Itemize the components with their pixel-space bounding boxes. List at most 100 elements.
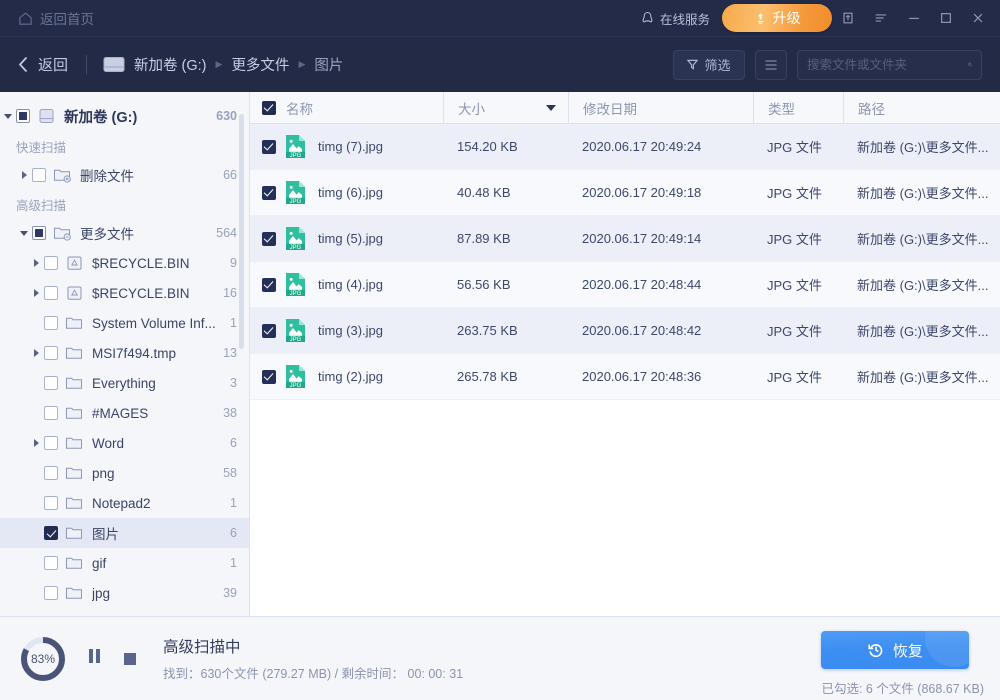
sidebar-item-music[interactable]: 音乐 1 bbox=[0, 608, 249, 616]
column-header-size[interactable]: 大小 bbox=[443, 92, 568, 124]
checkbox-recycle-bin-2[interactable] bbox=[44, 286, 58, 300]
sidebar-item-mages[interactable]: #MAGES 38 bbox=[0, 398, 249, 428]
row-checkbox[interactable] bbox=[262, 140, 276, 154]
column-header-name[interactable]: 名称 bbox=[250, 92, 443, 124]
table-row[interactable]: JPG timg (4).jpg 56.56 KB 2020.06.17 20:… bbox=[250, 262, 1000, 308]
chevron-right-icon[interactable] bbox=[28, 289, 44, 297]
sidebar-item-jpg[interactable]: jpg 39 bbox=[0, 578, 249, 608]
column-header-type[interactable]: 类型 bbox=[753, 92, 843, 124]
search-input[interactable] bbox=[807, 58, 968, 72]
checkbox-word[interactable] bbox=[44, 436, 58, 450]
home-button[interactable]: 返回首页 bbox=[14, 5, 98, 31]
breadcrumb-item-drive[interactable]: 新加卷 (G:) bbox=[134, 54, 207, 75]
online-service-button[interactable]: 在线服务 bbox=[640, 9, 710, 28]
maximize-button[interactable] bbox=[930, 0, 962, 36]
checkbox-deleted-files[interactable] bbox=[32, 168, 46, 182]
svg-text:JPG: JPG bbox=[290, 199, 302, 205]
chevron-right-icon[interactable] bbox=[16, 171, 32, 179]
svg-text:JPG: JPG bbox=[290, 153, 302, 159]
cell-size: 40.48 KB bbox=[443, 185, 568, 200]
checkbox-everything[interactable] bbox=[44, 376, 58, 390]
checkbox-jpg[interactable] bbox=[44, 586, 58, 600]
sidebar-item-drive-root[interactable]: 新加卷 (G:) 630 bbox=[0, 100, 249, 132]
row-checkbox[interactable] bbox=[262, 232, 276, 246]
back-button[interactable]: 返回 bbox=[18, 54, 68, 75]
sidebar-scrollbar[interactable] bbox=[239, 114, 244, 349]
sidebar-item-label: 图片 bbox=[92, 523, 222, 543]
chevron-down-icon[interactable] bbox=[0, 114, 16, 119]
filter-button[interactable]: 筛选 bbox=[673, 50, 745, 80]
checkbox-msi-tmp[interactable] bbox=[44, 346, 58, 360]
row-checkbox[interactable] bbox=[262, 370, 276, 384]
breadcrumb-item-more-files[interactable]: 更多文件 bbox=[231, 54, 289, 75]
chevron-right-icon[interactable] bbox=[28, 349, 44, 357]
breadcrumb: 新加卷 (G:) ▶ 更多文件 ▶ 图片 bbox=[103, 54, 343, 75]
sidebar-item-label: $RECYCLE.BIN bbox=[92, 286, 215, 301]
select-all-checkbox[interactable] bbox=[262, 101, 276, 115]
chevron-right-icon[interactable] bbox=[28, 439, 44, 447]
share-button[interactable] bbox=[832, 0, 864, 36]
sidebar-item-msi-tmp[interactable]: MSI7f494.tmp 13 bbox=[0, 338, 249, 368]
main-body: 新加卷 (G:) 630 快速扫描 删除文件 66 高级扫描 bbox=[0, 92, 1000, 616]
table-row[interactable]: JPG timg (6).jpg 40.48 KB 2020.06.17 20:… bbox=[250, 170, 1000, 216]
sidebar-item-count: 1 bbox=[230, 316, 237, 330]
sidebar-item-more-files[interactable]: 更多文件 564 bbox=[0, 218, 249, 248]
menu-button[interactable] bbox=[864, 0, 898, 36]
sidebar-item-word[interactable]: Word 6 bbox=[0, 428, 249, 458]
cell-date: 2020.06.17 20:49:14 bbox=[568, 231, 753, 246]
checkbox-system-volume-information[interactable] bbox=[44, 316, 58, 330]
sidebar-item-count: 38 bbox=[223, 406, 237, 420]
restore-button[interactable]: 恢复 bbox=[821, 631, 969, 669]
sidebar-item-everything[interactable]: Everything 3 bbox=[0, 368, 249, 398]
sidebar-item-notepad2[interactable]: Notepad2 1 bbox=[0, 488, 249, 518]
sidebar-item-count: 13 bbox=[223, 346, 237, 360]
sidebar-item-count: 564 bbox=[216, 226, 237, 240]
sidebar-item-recycle-bin-1[interactable]: $RECYCLE.BIN 9 bbox=[0, 248, 249, 278]
cell-type: JPG 文件 bbox=[753, 275, 843, 294]
sidebar-item-label: gif bbox=[92, 556, 222, 571]
stop-scan-button[interactable] bbox=[117, 646, 143, 672]
sidebar-item-count: 1 bbox=[230, 496, 237, 510]
close-button[interactable] bbox=[962, 0, 994, 36]
chevron-right-icon[interactable] bbox=[28, 259, 44, 267]
sidebar-item-recycle-bin-2[interactable]: $RECYCLE.BIN 16 bbox=[0, 278, 249, 308]
search-icon[interactable] bbox=[968, 58, 972, 71]
table-row[interactable]: JPG timg (7).jpg 154.20 KB 2020.06.17 20… bbox=[250, 124, 1000, 170]
cell-date: 2020.06.17 20:49:18 bbox=[568, 185, 753, 200]
file-name: timg (2).jpg bbox=[318, 369, 383, 384]
sidebar-item-pictures[interactable]: 图片 6 bbox=[0, 518, 249, 548]
sidebar-item-count: 16 bbox=[223, 286, 237, 300]
sidebar-item-gif[interactable]: gif 1 bbox=[0, 548, 249, 578]
checkbox-notepad2[interactable] bbox=[44, 496, 58, 510]
checkbox-drive-root[interactable] bbox=[16, 109, 30, 123]
row-checkbox[interactable] bbox=[262, 324, 276, 338]
column-header-path[interactable]: 路径 bbox=[843, 92, 1000, 124]
breadcrumb-item-pictures[interactable]: 图片 bbox=[314, 54, 343, 75]
sidebar-item-count: 6 bbox=[230, 436, 237, 450]
sidebar-item-deleted-files[interactable]: 删除文件 66 bbox=[0, 160, 249, 190]
checkbox-more-files[interactable] bbox=[32, 226, 46, 240]
checkbox-png[interactable] bbox=[44, 466, 58, 480]
table-row[interactable]: JPG timg (2).jpg 265.78 KB 2020.06.17 20… bbox=[250, 354, 1000, 400]
table-row[interactable]: JPG timg (3).jpg 263.75 KB 2020.06.17 20… bbox=[250, 308, 1000, 354]
checkbox-mages[interactable] bbox=[44, 406, 58, 420]
upgrade-label: 升级 bbox=[773, 8, 801, 28]
search-box[interactable] bbox=[797, 50, 982, 80]
chevron-down-icon[interactable] bbox=[16, 231, 32, 236]
table-row[interactable]: JPG timg (5).jpg 87.89 KB 2020.06.17 20:… bbox=[250, 216, 1000, 262]
checkbox-gif[interactable] bbox=[44, 556, 58, 570]
sidebar-item-system-volume-information[interactable]: System Volume Inf... 1 bbox=[0, 308, 249, 338]
file-name: timg (3).jpg bbox=[318, 323, 383, 338]
row-checkbox[interactable] bbox=[262, 278, 276, 292]
view-toggle-button[interactable] bbox=[755, 50, 787, 80]
minimize-button[interactable] bbox=[898, 0, 930, 36]
pause-scan-button[interactable] bbox=[81, 646, 107, 672]
sidebar-item-png[interactable]: png 58 bbox=[0, 458, 249, 488]
checkbox-pictures[interactable] bbox=[44, 526, 58, 540]
sort-descending-icon[interactable] bbox=[546, 105, 556, 111]
row-checkbox[interactable] bbox=[262, 186, 276, 200]
file-name: timg (7).jpg bbox=[318, 139, 383, 154]
upgrade-button[interactable]: 升级 bbox=[722, 4, 832, 32]
checkbox-recycle-bin-1[interactable] bbox=[44, 256, 58, 270]
column-header-date[interactable]: 修改日期 bbox=[568, 92, 753, 124]
